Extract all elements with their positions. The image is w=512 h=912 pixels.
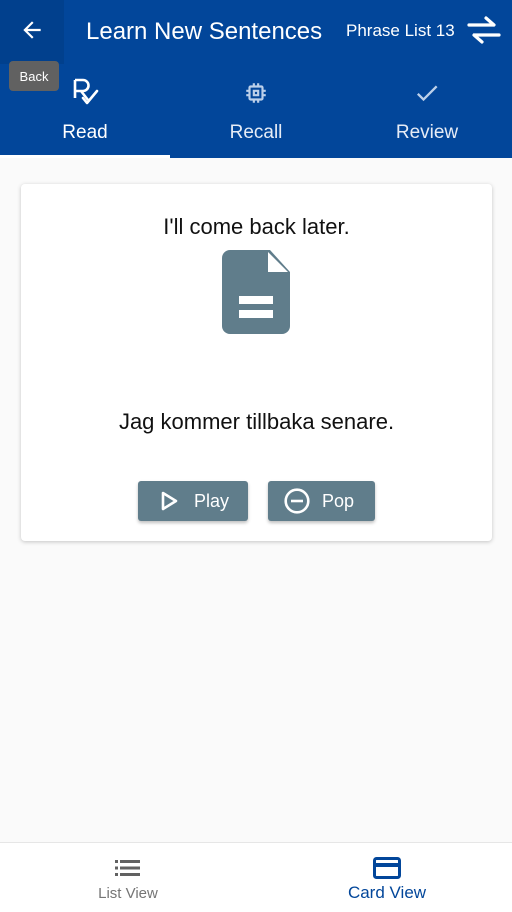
page-title: Learn New Sentences — [86, 18, 323, 45]
tab-recall-label: Recall — [229, 122, 283, 143]
tab-read-label: Read — [62, 122, 108, 143]
memory-chip-icon — [171, 78, 341, 108]
phrase-list-name: Phrase List 13 — [346, 21, 455, 40]
nav-list-view[interactable]: List View — [0, 843, 256, 912]
arrow-left-icon — [19, 17, 45, 48]
play-icon — [156, 488, 182, 514]
bottom-navigation: List View Card View — [0, 842, 512, 912]
play-button-label: Play — [194, 490, 230, 511]
list-icon — [0, 857, 256, 879]
tab-review[interactable]: Review — [342, 70, 512, 158]
phrase-card: I'll come back later. Jag kommer tillbak… — [21, 184, 492, 541]
nav-card-view[interactable]: Card View — [259, 843, 512, 912]
swap-horizontal-icon — [467, 15, 501, 50]
back-button[interactable] — [0, 0, 64, 64]
check-icon — [342, 78, 512, 108]
swap-language-button[interactable] — [462, 12, 506, 52]
back-tooltip: Back — [9, 61, 59, 91]
app-bar: Learn New Sentences Phrase List 13 Read … — [0, 0, 512, 158]
english-phrase: I'll come back later. — [163, 214, 350, 239]
tab-recall[interactable]: Recall — [171, 70, 341, 158]
nav-card-view-label: Card View — [347, 883, 427, 902]
card-icon — [259, 857, 512, 879]
tab-review-label: Review — [395, 122, 459, 143]
minus-circle-icon — [284, 488, 310, 514]
document-icon — [222, 250, 290, 334]
pop-button-label: Pop — [322, 490, 355, 511]
nav-list-view-label: List View — [98, 885, 158, 902]
play-button[interactable]: Play — [138, 481, 248, 521]
translated-phrase: Jag kommer tillbaka senare. — [118, 409, 395, 434]
pop-button[interactable]: Pop — [268, 481, 375, 521]
